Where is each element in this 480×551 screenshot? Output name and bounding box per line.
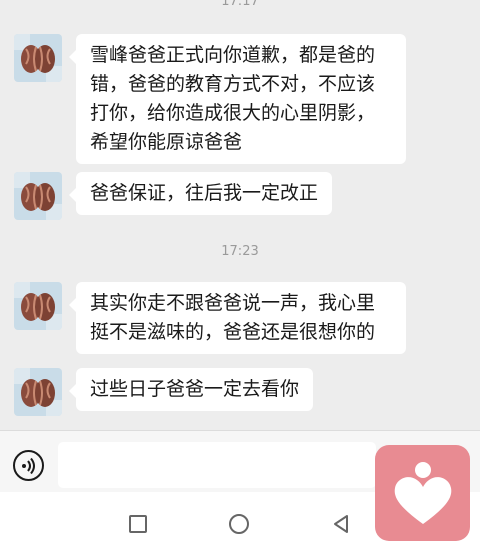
message-input[interactable] [58,442,376,488]
message-row: 雪峰爸爸正式向你道歉，都是爸的错，爸爸的教育方式不对，不应该打你，给你造成很大的… [14,34,406,164]
floating-app-badge[interactable] [375,445,470,541]
message-bubble[interactable]: 雪峰爸爸正式向你道歉，都是爸的错，爸爸的教育方式不对，不应该打你，给你造成很大的… [69,34,406,164]
timestamp: 17:17 [221,0,259,9]
walnut-avatar-icon [14,172,62,220]
message-bubble[interactable]: 过些日子爸爸一定去看你 [68,368,314,411]
triangle-back-icon [334,515,348,533]
avatar[interactable] [14,282,62,330]
message-bubble[interactable]: 爸爸保证，往后我一定改正 [68,172,333,215]
avatar[interactable] [14,34,62,82]
message-row: 过些日子爸爸一定去看你 [14,368,314,416]
message-row: 爸爸保证，往后我一定改正 [14,172,333,220]
avatar[interactable] [14,368,62,416]
walnut-avatar-icon [14,34,62,82]
back-button[interactable] [329,512,353,536]
message-bubble[interactable]: 其实你走不跟爸爸说一声，我心里挺不是滋味的，爸爸还是很想你的 [69,282,406,354]
voice-icon [21,457,35,474]
walnut-avatar-icon [14,368,62,416]
timestamp: 17:23 [221,244,259,259]
message-row: 其实你走不跟爸爸说一声，我心里挺不是滋味的，爸爸还是很想你的 [14,282,406,354]
avatar[interactable] [14,172,62,220]
heart-logo-icon [394,462,451,524]
home-button[interactable] [227,512,251,536]
voice-button[interactable] [13,450,44,481]
recents-button[interactable] [126,512,150,536]
walnut-avatar-icon [14,282,62,330]
chat-area[interactable]: 17:17 雪峰爸爸正式向你道歉，都是爸的错，爸爸的教育方式不对，不应该打你，给… [0,0,480,430]
square-icon [129,515,147,533]
circle-icon [229,514,249,534]
